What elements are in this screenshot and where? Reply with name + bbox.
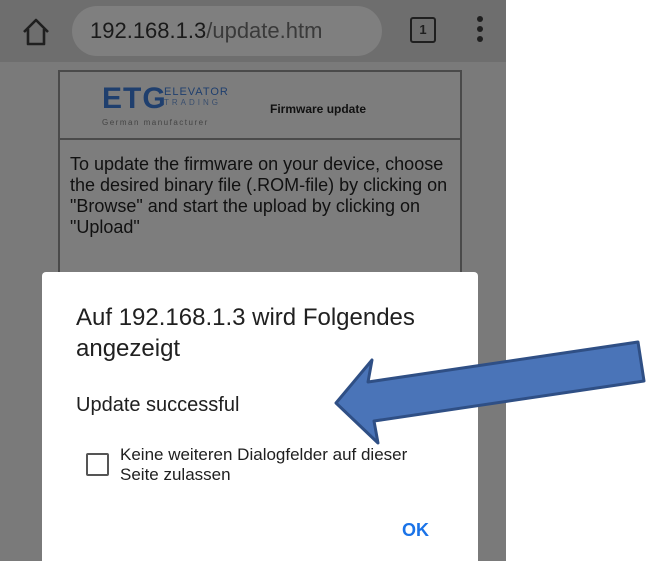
url-path: /update.htm (206, 18, 323, 43)
address-bar[interactable]: 192.168.1.3/update.htm (72, 6, 382, 56)
ok-button[interactable]: OK (402, 520, 429, 541)
checkbox-label[interactable]: Keine weiteren Dialogfelder auf dieser S… (120, 445, 420, 485)
tabs-counter-icon[interactable]: 1 (410, 17, 436, 43)
dialog-title: Auf 192.168.1.3 wird Folgendes angezeigt (76, 304, 415, 362)
page-header: ETG ELEVATOR TRADING German manufacturer… (60, 72, 460, 140)
suppress-dialogs-checkbox[interactable] (86, 453, 109, 476)
dialog-message: Update successful (76, 394, 240, 416)
company-logo: ETG ELEVATOR TRADING German manufacturer (102, 84, 232, 130)
page-description: To update the firmware on your device, c… (70, 154, 448, 237)
phone-screen: 192.168.1.3/update.htm 1 ETG ELEVATOR TR… (0, 0, 506, 561)
page-title: Firmware update (270, 102, 367, 116)
logo-line1: ELEVATOR (164, 86, 229, 98)
url-text[interactable]: 192.168.1.3/update.htm (90, 18, 322, 44)
home-icon[interactable] (18, 14, 54, 50)
alert-dialog: Auf 192.168.1.3 wird Folgendes angezeigt… (42, 272, 478, 561)
logo-brand: ETG (102, 82, 167, 115)
overflow-menu-icon[interactable] (476, 16, 484, 46)
logo-line2: TRADING (164, 98, 221, 107)
logo-tagline: German manufacturer (102, 118, 209, 127)
url-host: 192.168.1.3 (90, 18, 207, 43)
browser-toolbar: 192.168.1.3/update.htm 1 (0, 0, 506, 62)
